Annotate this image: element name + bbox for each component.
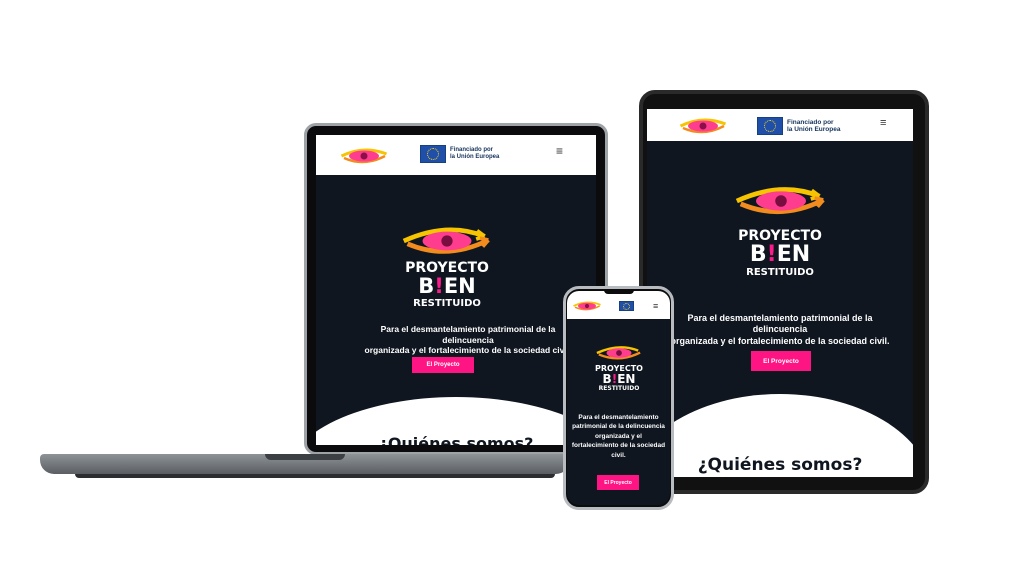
brand-line-proyecto: PROYECTO bbox=[738, 228, 822, 244]
hero-eye-logo-icon bbox=[595, 343, 643, 363]
about-heading: ¿Quiénes somos? bbox=[697, 455, 863, 475]
brand-wordmark: PROYECTO B!EN RESTITUIDO bbox=[386, 261, 508, 309]
eu-flag-icon bbox=[619, 301, 634, 311]
phone-notch bbox=[604, 289, 634, 294]
hamburger-menu-icon[interactable]: ≡ bbox=[880, 118, 886, 129]
laptop-screen: Financiado por la Unión Europea ≡ PROYEC… bbox=[316, 135, 596, 445]
hero-tagline: Para el desmantelamiento patrimonial de … bbox=[318, 324, 596, 356]
about-heading: ¿Quiénes somos? bbox=[378, 434, 534, 445]
brand-line-restituido: RESTITUIDO bbox=[598, 385, 640, 392]
eu-funding-line2: la Unión Europea bbox=[450, 154, 500, 160]
brand-wordmark: PROYECTO B!EN RESTITUIDO bbox=[718, 229, 842, 278]
brand-line-bien: B!EN bbox=[718, 244, 842, 266]
eu-funding-badge[interactable]: Financiado por la Unión Europea bbox=[757, 117, 840, 135]
brand-line-bien: B!EN bbox=[386, 276, 508, 297]
tagline-line-3: organizada y el fortalecimiento de la so… bbox=[364, 345, 572, 356]
site-header: Financiado por la Unión Europea ≡ bbox=[316, 135, 596, 175]
eu-funding-text: Financiado por la Unión Europea bbox=[787, 119, 840, 134]
eu-funding-line2: la Unión Europea bbox=[787, 126, 841, 133]
eu-funding-line1: Financiado por bbox=[450, 147, 494, 154]
brand-bien-b: B bbox=[418, 274, 435, 298]
hamburger-menu-icon[interactable]: ≡ bbox=[653, 302, 658, 311]
el-proyecto-button[interactable]: El Proyecto bbox=[412, 357, 474, 373]
eu-funding-line1: Financiado por bbox=[787, 118, 834, 126]
eu-funding-badge[interactable]: Financiado por la Unión Europea bbox=[420, 145, 499, 163]
brand-bien-i: ! bbox=[766, 242, 777, 267]
laptop-trackpad-notch bbox=[265, 454, 345, 460]
tagline-line-2: delincuencia bbox=[752, 324, 808, 335]
brand-bien-en: EN bbox=[776, 242, 811, 267]
header-eye-logo-icon[interactable] bbox=[338, 145, 390, 167]
header-eye-logo-icon[interactable] bbox=[677, 115, 729, 137]
tagline-line-2: delincuencia bbox=[442, 334, 494, 345]
site-header: Financiado por la Unión Europea ≡ bbox=[647, 109, 913, 141]
brand-bien-en: EN bbox=[617, 372, 636, 386]
brand-bien-b: B bbox=[602, 372, 612, 386]
eu-flag-icon bbox=[757, 117, 783, 135]
phone-screen: ≡ PROYECTO B!EN RESTITUIDO Para el desma… bbox=[567, 291, 670, 505]
hamburger-menu-icon[interactable]: ≡ bbox=[556, 145, 563, 157]
brand-wordmark: PROYECTO B!EN RESTITUIDO bbox=[587, 365, 651, 392]
el-proyecto-button[interactable]: El Proyecto bbox=[597, 475, 639, 490]
brand-line-restituido: RESTITUIDO bbox=[413, 298, 481, 309]
site-header: ≡ bbox=[567, 291, 670, 319]
brand-bien-en: EN bbox=[443, 274, 476, 298]
el-proyecto-button[interactable]: El Proyecto bbox=[751, 351, 811, 371]
brand-bien-i: ! bbox=[434, 274, 444, 298]
brand-bien-b: B bbox=[749, 242, 767, 267]
tagline-line-1: Para el desmantelamiento patrimonial de … bbox=[380, 324, 556, 334]
tablet-screen: Financiado por la Unión Europea ≡ PROYEC… bbox=[647, 109, 913, 477]
brand-line-bien: B!EN bbox=[587, 373, 651, 385]
hero-eye-logo-icon bbox=[400, 223, 494, 259]
brand-line-proyecto: PROYECTO bbox=[405, 260, 489, 276]
eu-funding-badge[interactable] bbox=[619, 301, 634, 311]
tagline-line-1: Para el desmantelamiento patrimonial de … bbox=[687, 313, 873, 323]
eu-flag-icon bbox=[420, 145, 446, 163]
header-eye-logo-icon[interactable] bbox=[572, 299, 602, 313]
laptop-foot bbox=[75, 474, 555, 478]
eu-funding-text: Financiado por la Unión Europea bbox=[450, 147, 499, 161]
hero-tagline: Para el desmantelamiento patrimonial de … bbox=[647, 313, 913, 347]
tagline-line-3: organizada y el fortalecimiento de la so… bbox=[670, 335, 890, 346]
brand-line-restituido: RESTITUIDO bbox=[746, 267, 814, 278]
hero-tagline: Para el desmantelamiento patrimonial de … bbox=[571, 414, 666, 459]
hero-eye-logo-icon bbox=[733, 182, 829, 220]
